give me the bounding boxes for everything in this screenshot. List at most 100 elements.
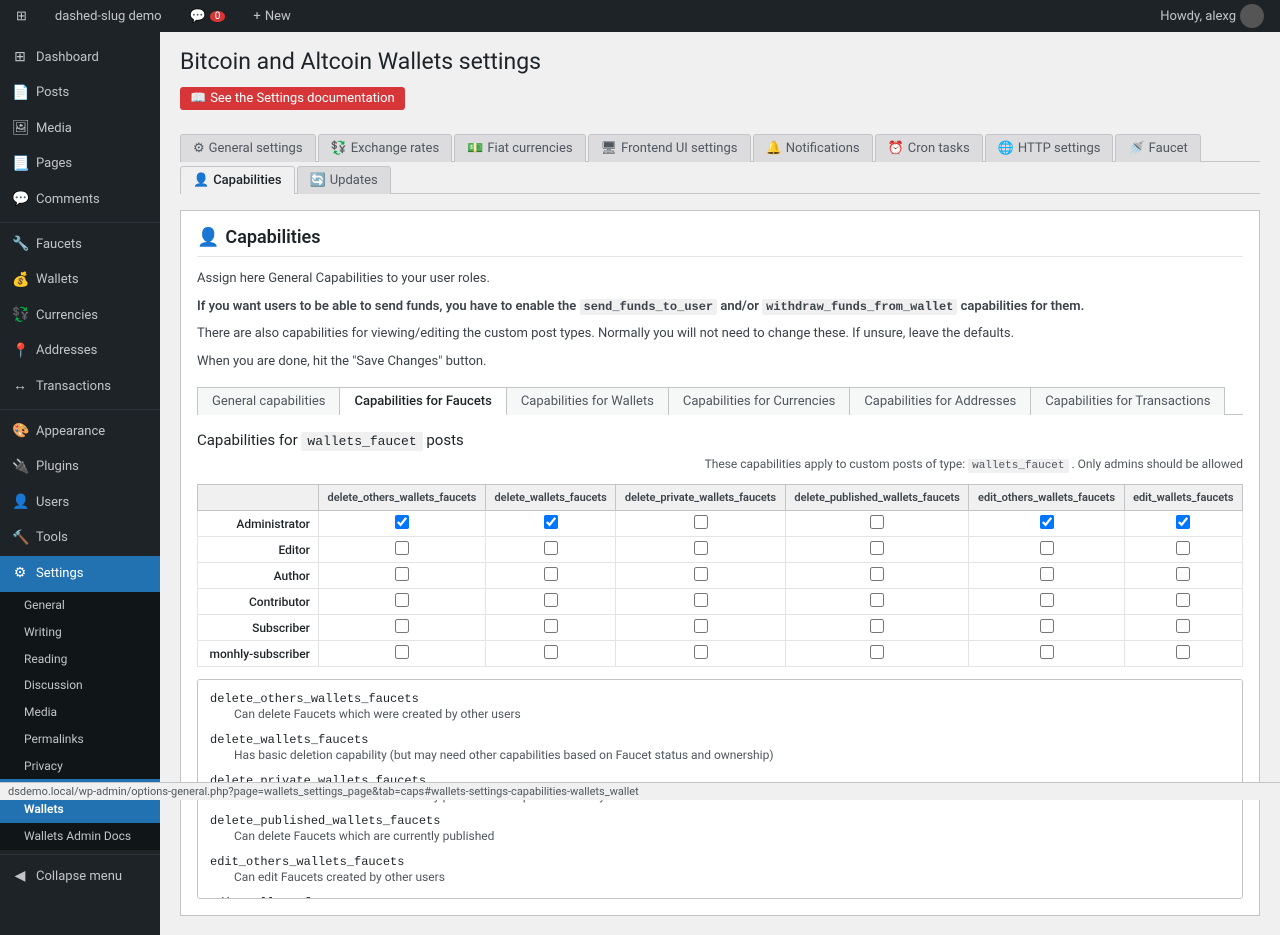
cap-checkbox[interactable] [694,645,708,659]
submenu-item-permalinks[interactable]: Permalinks [0,726,160,753]
cap-checkbox[interactable] [395,541,409,555]
cap-checkbox[interactable] [395,515,409,529]
cap-checkbox[interactable] [544,593,558,607]
sidebar-item-comments[interactable]: 💬 Comments [0,182,160,218]
cap-checkbox[interactable] [1040,645,1054,659]
role-name-cell: Subscriber [198,615,319,641]
sidebar-item-wallets[interactable]: 💰 Wallets [0,263,160,299]
sidebar-item-pages[interactable]: 📃 Pages [0,147,160,183]
inner-tab-caps-faucets[interactable]: Capabilities for Faucets [339,387,506,415]
cap-checkbox[interactable] [544,645,558,659]
cap-checkbox[interactable] [544,541,558,555]
cap-checkbox[interactable] [1176,619,1190,633]
cap-checkbox[interactable] [395,567,409,581]
collapse-menu-button[interactable]: ◀ Collapse menu [0,859,160,895]
tab-exchange-rates[interactable]: 💱 Exchange rates [318,134,453,162]
caps-note-code: wallets_faucet [968,459,1068,473]
sidebar-item-faucets[interactable]: 🔧 Faucets [0,227,160,263]
cap-checkbox[interactable] [694,567,708,581]
cap-checkbox[interactable] [544,619,558,633]
inner-tab-caps-currencies[interactable]: Capabilities for Currencies [668,387,850,415]
adminbar-new[interactable]: + New [245,0,298,32]
caps-note: These capabilities apply to custom posts… [197,457,1243,472]
inner-tab-caps-transactions[interactable]: Capabilities for Transactions [1030,387,1225,415]
tab-frontend-ui[interactable]: 🖥 Frontend UI settings [588,134,751,162]
cap-checkbox[interactable] [1176,515,1190,529]
cap-checkbox[interactable] [694,541,708,555]
sidebar-item-plugins[interactable]: 🔌 Plugins [0,450,160,486]
settings-doc-button[interactable]: 📖 See the Settings documentation [180,87,405,110]
adminbar-howdy[interactable]: Howdy, alexg [1152,0,1272,32]
cap-checkbox[interactable] [870,515,884,529]
role-name-cell: Editor [198,537,319,563]
sidebar-item-addresses[interactable]: 📍 Addresses [0,334,160,370]
inner-tab-caps-wallets[interactable]: Capabilities for Wallets [506,387,669,415]
tab-updates[interactable]: 🔄 Updates [297,166,391,194]
inner-tab-label: Capabilities for Wallets [521,394,654,409]
submenu-item-wallets-admin-docs[interactable]: Wallets Admin Docs [0,823,160,850]
col-header-4: edit_others_wallets_faucets [969,485,1124,511]
cap-checkbox[interactable] [544,515,558,529]
submenu-item-media[interactable]: Media [0,699,160,726]
code-withdraw-funds: withdraw_funds_from_wallet [762,299,957,315]
cap-checkbox[interactable] [395,619,409,633]
sidebar-item-dashboard[interactable]: ⊞ Dashboard [0,40,160,76]
col-header-5: edit_wallets_faucets [1124,485,1242,511]
cap-checkbox[interactable] [1040,541,1054,555]
submenu-item-general[interactable]: General [0,592,160,619]
adminbar-site-name[interactable]: dashed-slug demo [47,0,170,32]
cap-checkbox[interactable] [1040,567,1054,581]
cap-checkbox[interactable] [395,593,409,607]
sidebar-item-posts[interactable]: 📄 Posts [0,76,160,112]
menu-separator [0,409,160,410]
tab-cron-tasks[interactable]: ⏰ Cron tasks [875,134,983,162]
cap-checkbox[interactable] [1040,593,1054,607]
tab-notifications[interactable]: 🔔 Notifications [753,134,873,162]
sidebar-item-label: Users [36,494,69,512]
sidebar-item-media[interactable]: 🖼 Media [0,111,160,147]
sidebar-item-label: Dashboard [36,49,99,67]
cap-checkbox[interactable] [395,645,409,659]
cap-checkbox[interactable] [870,619,884,633]
sidebar-item-appearance[interactable]: 🎨 Appearance [0,414,160,450]
cap-checkbox[interactable] [1176,645,1190,659]
sidebar-item-users[interactable]: 👤 Users [0,485,160,521]
submenu-item-privacy[interactable]: Privacy [0,753,160,780]
cap-checkbox[interactable] [1176,541,1190,555]
adminbar-comments[interactable]: 💬 0 [182,0,234,32]
submenu-item-discussion[interactable]: Discussion [0,672,160,699]
submenu-item-reading[interactable]: Reading [0,646,160,673]
sidebar-item-currencies[interactable]: 💱 Currencies [0,298,160,334]
adminbar-wp-logo[interactable]: ⊞ [8,0,35,32]
tab-faucet[interactable]: 🚿 Faucet [1115,134,1200,162]
tab-general-settings[interactable]: ⚙ General settings [180,134,316,162]
cap-checkbox[interactable] [1176,593,1190,607]
cap-checkbox[interactable] [544,567,558,581]
tab-capabilities[interactable]: 👤 Capabilities [180,166,295,194]
cap-checkbox[interactable] [694,619,708,633]
cap-checkbox[interactable] [870,541,884,555]
tab-http-settings[interactable]: 🌐 HTTP settings [985,134,1114,162]
tab-fiat-currencies[interactable]: 💵 Fiat currencies [454,134,585,162]
cap-checkbox[interactable] [870,593,884,607]
cap-desc-text: Can delete Faucets which are currently p… [210,828,1230,845]
cap-checkbox[interactable] [694,515,708,529]
submenu-item-writing[interactable]: Writing [0,619,160,646]
cap-desc-text: Can delete Faucets which were created by… [210,706,1230,723]
cap-checkbox[interactable] [870,645,884,659]
sidebar-item-tools[interactable]: 🔨 Tools [0,521,160,557]
cap-checkbox[interactable] [870,567,884,581]
status-bar: dsdemo.local/wp-admin/options-general.ph… [0,782,1280,800]
inner-tab-general-caps[interactable]: General capabilities [197,387,340,415]
sidebar-item-settings[interactable]: ⚙ Settings [0,556,160,592]
inner-tab-label: Capabilities for Currencies [683,394,835,409]
cap-checkbox[interactable] [1176,567,1190,581]
cap-checkbox[interactable] [1040,515,1054,529]
sidebar-item-transactions[interactable]: ↔ Transactions [0,369,160,405]
tab-label: HTTP settings [1018,141,1101,156]
cap-checkbox[interactable] [694,593,708,607]
inner-tab-bar: General capabilities Capabilities for Fa… [197,387,1243,415]
inner-tab-caps-addresses[interactable]: Capabilities for Addresses [849,387,1031,415]
cap-cell [616,563,785,589]
cap-checkbox[interactable] [1040,619,1054,633]
